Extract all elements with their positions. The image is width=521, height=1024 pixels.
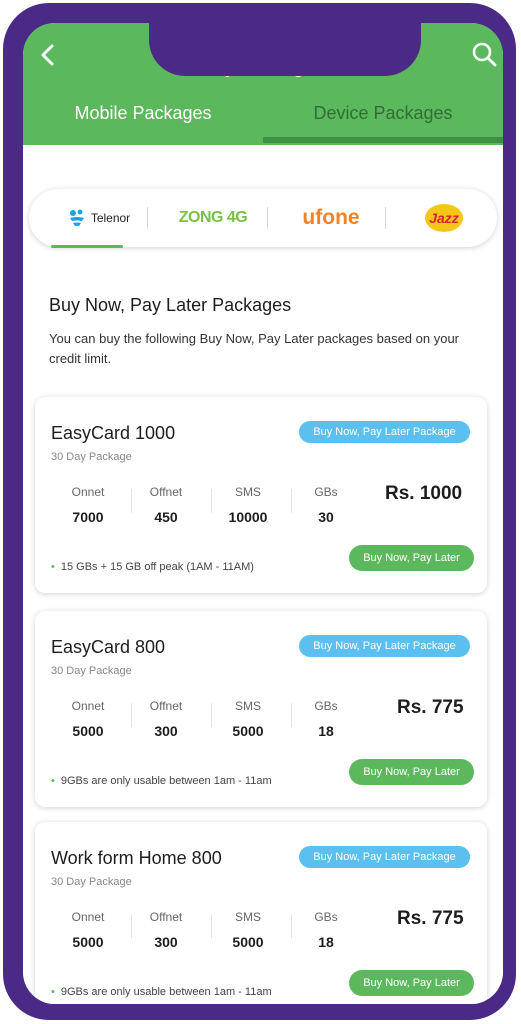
stat-sms: SMS 10000 xyxy=(213,485,283,525)
operator-label: ufone xyxy=(302,206,360,229)
stat-value: 5000 xyxy=(232,723,264,739)
divider xyxy=(211,703,212,727)
content-area: Telenor ZONG 4G ufone Jazz Buy Now, Pay … xyxy=(23,145,503,1004)
operator-label: Jazz xyxy=(429,210,459,226)
package-name: EasyCard 1000 xyxy=(51,423,176,443)
buy-now-pay-later-button[interactable]: Buy Now, Pay Later xyxy=(349,759,474,785)
note-text: 15 GBs + 15 GB off peak (1AM - 11AM) xyxy=(60,561,254,573)
tab-mobile-packages[interactable]: Mobile Packages xyxy=(23,103,263,124)
package-name: Work form Home 800 xyxy=(51,848,222,868)
operator-label: Telenor xyxy=(90,211,131,225)
stat-value: 18 xyxy=(318,934,334,950)
stat-label: Onnet xyxy=(71,699,105,713)
bullet-icon: • xyxy=(51,561,55,573)
app-screen: Buy Packages Mobile Packages Device Pack… xyxy=(23,23,503,1004)
tab-device-packages[interactable]: Device Packages xyxy=(263,103,503,124)
package-note: • 9GBs are only usable between 1am - 11am xyxy=(51,775,272,787)
phone-notch xyxy=(149,23,421,76)
stat-label: Onnet xyxy=(71,485,105,499)
operator-label: ZONG 4G xyxy=(178,209,248,226)
section-title: Buy Now, Pay Later Packages xyxy=(49,295,292,315)
stat-onnet: Onnet 5000 xyxy=(53,699,123,739)
buy-now-pay-later-button[interactable]: Buy Now, Pay Later xyxy=(349,545,474,571)
search-icon[interactable] xyxy=(471,41,497,67)
bullet-icon: • xyxy=(51,986,55,998)
package-badge: Buy Now, Pay Later Package xyxy=(299,421,470,443)
divider xyxy=(385,207,386,229)
stat-offnet: Offnet 300 xyxy=(131,699,201,739)
package-note: • 15 GBs + 15 GB off peak (1AM - 11AM) xyxy=(51,561,254,573)
selected-operator-indicator xyxy=(51,245,123,248)
bullet-icon: • xyxy=(51,775,55,787)
stat-offnet: Offnet 450 xyxy=(131,485,201,525)
stat-sms: SMS 5000 xyxy=(213,699,283,739)
package-price: Rs. 775 xyxy=(397,908,464,929)
stat-value: 30 xyxy=(318,509,334,525)
package-validity: 30 Day Package xyxy=(51,876,132,888)
stat-label: Onnet xyxy=(71,910,105,924)
package-price: Rs. 1000 xyxy=(385,483,463,504)
stat-sms: SMS 5000 xyxy=(213,910,283,950)
device-frame: Buy Packages Mobile Packages Device Pack… xyxy=(0,0,521,1024)
phone-bezel: Buy Packages Mobile Packages Device Pack… xyxy=(3,3,516,1020)
stat-label: Offnet xyxy=(149,699,183,713)
divider xyxy=(211,914,212,938)
buy-now-pay-later-button[interactable]: Buy Now, Pay Later xyxy=(349,970,474,996)
stat-label: GBs xyxy=(314,910,338,924)
package-price: Rs. 775 xyxy=(397,697,464,718)
stat-label: SMS xyxy=(234,699,261,713)
divider xyxy=(147,207,148,229)
stat-gbs: GBs 18 xyxy=(291,910,361,950)
operator-zong[interactable]: ZONG 4G xyxy=(165,203,261,233)
stat-gbs: GBs 30 xyxy=(291,485,361,525)
package-validity: 30 Day Package xyxy=(51,451,132,463)
operator-telenor[interactable]: Telenor xyxy=(55,203,141,233)
stat-onnet: Onnet 7000 xyxy=(53,485,123,525)
stat-value: 10000 xyxy=(228,509,268,525)
stat-value: 18 xyxy=(318,723,334,739)
stat-value: 5000 xyxy=(72,934,104,950)
divider xyxy=(211,489,212,513)
stat-gbs: GBs 18 xyxy=(291,699,361,739)
operator-selector: Telenor ZONG 4G ufone Jazz xyxy=(29,189,497,248)
stat-onnet: Onnet 5000 xyxy=(53,910,123,950)
package-card: EasyCard 800 30 Day Package Buy Now, Pay… xyxy=(35,611,487,807)
stat-value: 5000 xyxy=(72,723,104,739)
package-badge: Buy Now, Pay Later Package xyxy=(299,635,470,657)
stat-label: GBs xyxy=(314,485,338,499)
package-name: EasyCard 800 xyxy=(51,637,166,657)
operator-ufone[interactable]: ufone xyxy=(281,203,381,233)
telenor-logo-icon xyxy=(69,209,84,226)
stat-label: Offnet xyxy=(149,485,183,499)
divider xyxy=(267,207,268,229)
note-text: 9GBs are only usable between 1am - 11am xyxy=(60,775,272,787)
package-note: • 9GBs are only usable between 1am - 11am xyxy=(51,986,272,998)
tab-indicator xyxy=(263,137,503,143)
stat-label: SMS xyxy=(234,910,261,924)
stat-offnet: Offnet 300 xyxy=(131,910,201,950)
stat-value: 300 xyxy=(154,723,178,739)
stat-label: SMS xyxy=(234,485,261,499)
stat-value: 300 xyxy=(154,934,178,950)
stat-label: GBs xyxy=(314,699,338,713)
section-description: You can buy the following Buy Now, Pay L… xyxy=(49,331,460,366)
package-badge: Buy Now, Pay Later Package xyxy=(299,846,470,868)
note-text: 9GBs are only usable between 1am - 11am xyxy=(60,986,272,998)
stat-value: 450 xyxy=(154,509,178,525)
package-card: Work form Home 800 30 Day Package Buy No… xyxy=(35,822,487,1004)
stat-label: Offnet xyxy=(149,910,183,924)
package-validity: 30 Day Package xyxy=(51,665,132,677)
stat-value: 7000 xyxy=(72,509,104,525)
jazz-logo-icon: Jazz xyxy=(425,204,463,232)
operator-jazz[interactable]: Jazz xyxy=(409,203,479,233)
package-card: EasyCard 1000 30 Day Package Buy Now, Pa… xyxy=(35,397,487,593)
stat-value: 5000 xyxy=(232,934,264,950)
